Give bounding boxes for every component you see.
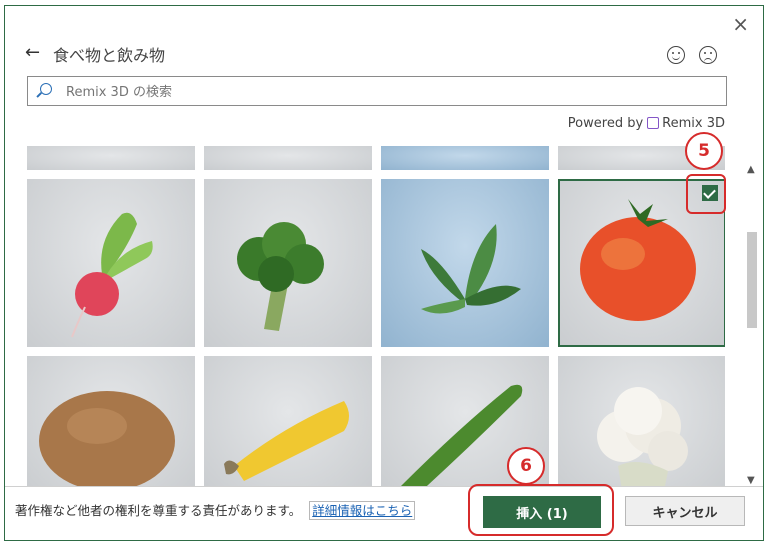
model-tile-leafy-greens[interactable] bbox=[381, 179, 549, 347]
frown-feedback-icon[interactable] bbox=[699, 46, 717, 64]
scroll-down-icon[interactable]: ▼ bbox=[747, 475, 755, 486]
model-tile-partial[interactable] bbox=[204, 146, 372, 170]
model-grid bbox=[25, 146, 725, 486]
model-tile-corn[interactable] bbox=[204, 356, 372, 486]
annotation-highlight-insert bbox=[468, 484, 614, 536]
online-3d-models-dialog: × ← 食べ物と飲み物 Powered by Remix 3D bbox=[4, 5, 764, 541]
model-tile-partial[interactable] bbox=[27, 146, 195, 170]
footer-divider bbox=[5, 486, 763, 487]
annotation-highlight-checkbox bbox=[686, 174, 726, 214]
vertical-scrollbar[interactable]: ▲ ▼ bbox=[745, 164, 759, 486]
powered-by-brand: Remix 3D bbox=[662, 116, 725, 131]
corn-icon bbox=[224, 401, 349, 481]
broccoli-icon bbox=[237, 222, 324, 331]
model-tile-broccoli[interactable] bbox=[204, 179, 372, 347]
smile-feedback-icon[interactable] bbox=[667, 46, 685, 64]
search-icon bbox=[40, 83, 52, 95]
model-tile-cauliflower[interactable] bbox=[558, 356, 725, 486]
copyright-notice-text: 著作権など他者の権利を尊重する責任があります。 bbox=[15, 503, 302, 518]
close-icon[interactable]: × bbox=[732, 14, 749, 34]
potato-icon bbox=[39, 391, 175, 486]
remix-3d-logo-icon bbox=[647, 117, 660, 129]
learn-more-link[interactable]: 詳細情報はこちら bbox=[309, 501, 416, 520]
search-box[interactable] bbox=[27, 76, 727, 106]
powered-by: Powered by Remix 3D bbox=[568, 116, 725, 131]
scrollbar-thumb[interactable] bbox=[747, 232, 757, 328]
leafy-greens-icon bbox=[421, 224, 521, 314]
search-input[interactable] bbox=[64, 81, 708, 103]
dialog-title: 食べ物と飲み物 bbox=[53, 46, 166, 65]
back-arrow-icon[interactable]: ← bbox=[25, 42, 40, 63]
annotation-step-6: 6 bbox=[507, 447, 545, 485]
scroll-up-icon[interactable]: ▲ bbox=[747, 164, 755, 175]
cauliflower-icon bbox=[597, 387, 688, 486]
powered-by-prefix: Powered by bbox=[567, 116, 644, 131]
annotation-step-5: 5 bbox=[685, 132, 723, 170]
cancel-button[interactable]: キャンセル bbox=[625, 496, 745, 526]
model-tile-radish[interactable] bbox=[27, 179, 195, 347]
model-tile-partial[interactable] bbox=[381, 146, 549, 170]
radish-icon bbox=[71, 212, 153, 338]
model-tile-potato[interactable] bbox=[27, 356, 195, 486]
copyright-notice: 著作権など他者の権利を尊重する責任があります。 詳細情報はこちら bbox=[15, 500, 416, 520]
